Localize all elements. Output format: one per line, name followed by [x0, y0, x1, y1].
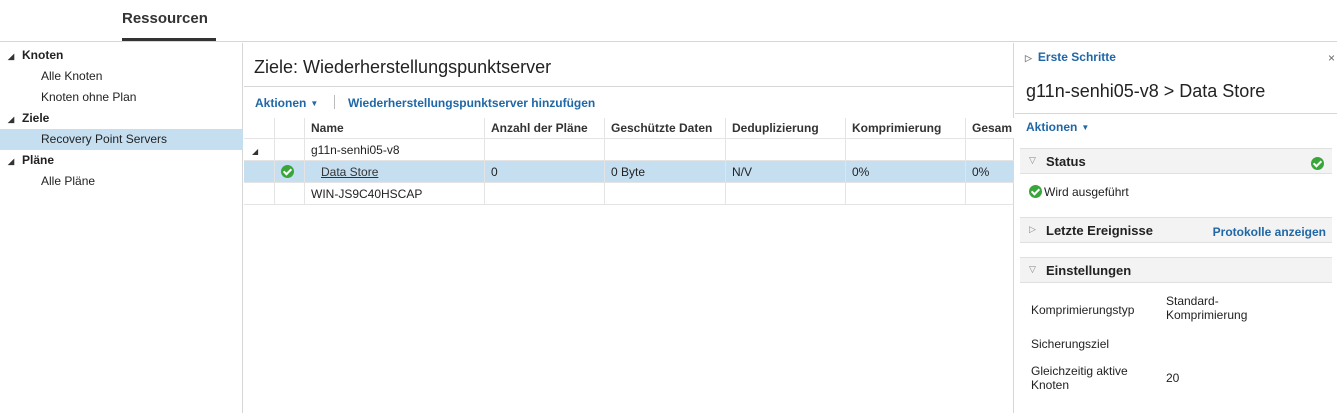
expand-triangle-icon: ▷ [1029, 224, 1036, 234]
check-circle-icon [281, 165, 294, 178]
toolbar-separator [334, 95, 335, 109]
settings-section-label: Einstellungen [1046, 263, 1132, 278]
concurrent-nodes-value: 20 [1166, 371, 1180, 385]
collapse-triangle-icon: ▽ [1029, 155, 1036, 165]
toolbar: Aktionen ▼ Wiederherstellungspunktserver … [244, 93, 1014, 113]
status-cell [275, 161, 305, 182]
column-header-name[interactable]: Name [305, 118, 485, 138]
empty-cell [485, 139, 605, 160]
check-circle-icon [1029, 185, 1042, 198]
tree-item-alle-plaene[interactable]: Alle Pläne [0, 171, 243, 192]
caret-down-icon: ▼ [310, 99, 319, 108]
details-panel: ▷ Erste Schritte × g11n-senhi05-v8 > Data… [1015, 43, 1337, 413]
protected-data: 0 Byte [605, 161, 726, 182]
empty-cell [605, 183, 726, 204]
panel-title: g11n-senhi05-v8 > Data Store [1026, 81, 1266, 101]
empty-cell [605, 139, 726, 160]
header-status-column [275, 118, 305, 138]
tab-active-indicator [122, 38, 216, 41]
empty-cell [726, 139, 846, 160]
compression-value: 0% [846, 161, 966, 182]
top-header: Ressourcen [0, 0, 1337, 42]
compression-type-value: Standard- Komprimierung [1166, 294, 1248, 322]
total-value: 0% [972, 165, 990, 179]
collapse-triangle-icon[interactable]: ◢ [8, 47, 22, 67]
compression-type-label: Komprimierungstyp [1031, 303, 1135, 317]
data-store-cell: Data Store [305, 161, 485, 182]
view-logs-link[interactable]: Protokolle anzeigen [1213, 225, 1326, 239]
column-header-plans[interactable]: Anzahl der Pläne [485, 118, 605, 138]
divider [244, 86, 1014, 87]
tree-item-alle-knoten[interactable]: Alle Knoten [0, 66, 243, 87]
expand-cell [244, 183, 275, 204]
tree-group-knoten[interactable]: ◢ Knoten [0, 45, 243, 65]
status-section-label: Status [1046, 154, 1086, 169]
server-name: g11n-senhi05-v8 [305, 139, 485, 160]
close-icon[interactable]: × [1328, 51, 1335, 65]
column-header-protected-data[interactable]: Geschützte Daten [605, 118, 726, 138]
data-store-link[interactable]: Data Store [311, 165, 378, 179]
tree-item-recovery-point-servers[interactable]: Recovery Point Servers [0, 129, 243, 150]
left-navigation-tree: ◢ Knoten Alle Knoten Knoten ohne Plan ◢ Zi… [0, 43, 243, 413]
header-expand-column [244, 118, 275, 138]
divider [1015, 113, 1337, 114]
column-header-deduplication[interactable]: Deduplizierung [726, 118, 846, 138]
status-cell [275, 139, 305, 160]
table-row-group[interactable]: ◢ g11n-senhi05-v8 [244, 139, 1014, 161]
status-cell [275, 183, 305, 204]
column-header-compression[interactable]: Komprimierung [846, 118, 966, 138]
concurrent-nodes-label: Gleichzeitig aktive Knoten [1031, 364, 1128, 392]
expand-triangle-icon: ▷ [1025, 53, 1032, 63]
settings-section-header[interactable]: ▽ Einstellungen [1020, 257, 1332, 283]
plans-count: 0 [485, 161, 605, 182]
recent-events-label: Letzte Ereignisse [1046, 223, 1153, 238]
check-circle-icon [1311, 157, 1324, 170]
recent-events-section-header[interactable]: ▷ Letzte Ereignisse Protokolle anzeigen [1020, 217, 1332, 243]
actions-menu-button[interactable]: Aktionen ▼ [255, 96, 318, 110]
table-row-selected[interactable]: Data Store 0 0 Byte N/V 0% 0% [244, 161, 1014, 183]
tree-group-plaene[interactable]: ◢ Pläne [0, 150, 243, 170]
center-pane: Ziele: Wiederherstellungspunktserver Akt… [244, 43, 1014, 413]
empty-cell [485, 183, 605, 204]
caret-down-icon: ▼ [1081, 123, 1090, 132]
column-header-total[interactable]: Gesam [966, 118, 1014, 138]
add-recovery-point-server-button[interactable]: Wiederherstellungspunktserver hinzufügen [348, 96, 595, 110]
collapse-triangle-icon: ▽ [1029, 264, 1036, 274]
empty-cell [846, 183, 966, 204]
tree-group-ziele[interactable]: ◢ Ziele [0, 108, 243, 128]
first-steps-toggle[interactable]: ▷ Erste Schritte [1025, 50, 1116, 64]
collapse-triangle-icon[interactable]: ◢ [250, 147, 258, 156]
status-value: Wird ausgeführt [1029, 183, 1129, 199]
backup-target-label: Sicherungsziel [1031, 337, 1110, 351]
empty-cell [726, 183, 846, 204]
empty-cell [846, 139, 966, 160]
status-section-header[interactable]: ▽ Status [1020, 148, 1332, 174]
server-name: WIN-JS9C40HSCAP [305, 183, 485, 204]
tree-item-knoten-ohne-plan[interactable]: Knoten ohne Plan [0, 87, 243, 108]
collapse-triangle-icon[interactable]: ◢ [8, 152, 22, 172]
empty-cell [966, 183, 1014, 204]
deduplication-value: N/V [726, 161, 846, 182]
page-title: Ziele: Wiederherstellungspunktserver [254, 57, 552, 77]
expand-cell [244, 161, 275, 182]
tab-ressourcen[interactable]: Ressourcen [122, 10, 208, 27]
status-ok-icon [1311, 155, 1324, 171]
panel-actions-menu-button[interactable]: Aktionen ▼ [1026, 120, 1089, 134]
expand-cell[interactable]: ◢ [244, 139, 275, 160]
empty-cell [966, 139, 1014, 160]
table-row[interactable]: WIN-JS9C40HSCAP [244, 183, 1014, 205]
collapse-triangle-icon[interactable]: ◢ [8, 110, 22, 130]
table-header-row: Name Anzahl der Pläne Geschützte Daten D… [244, 118, 1014, 139]
